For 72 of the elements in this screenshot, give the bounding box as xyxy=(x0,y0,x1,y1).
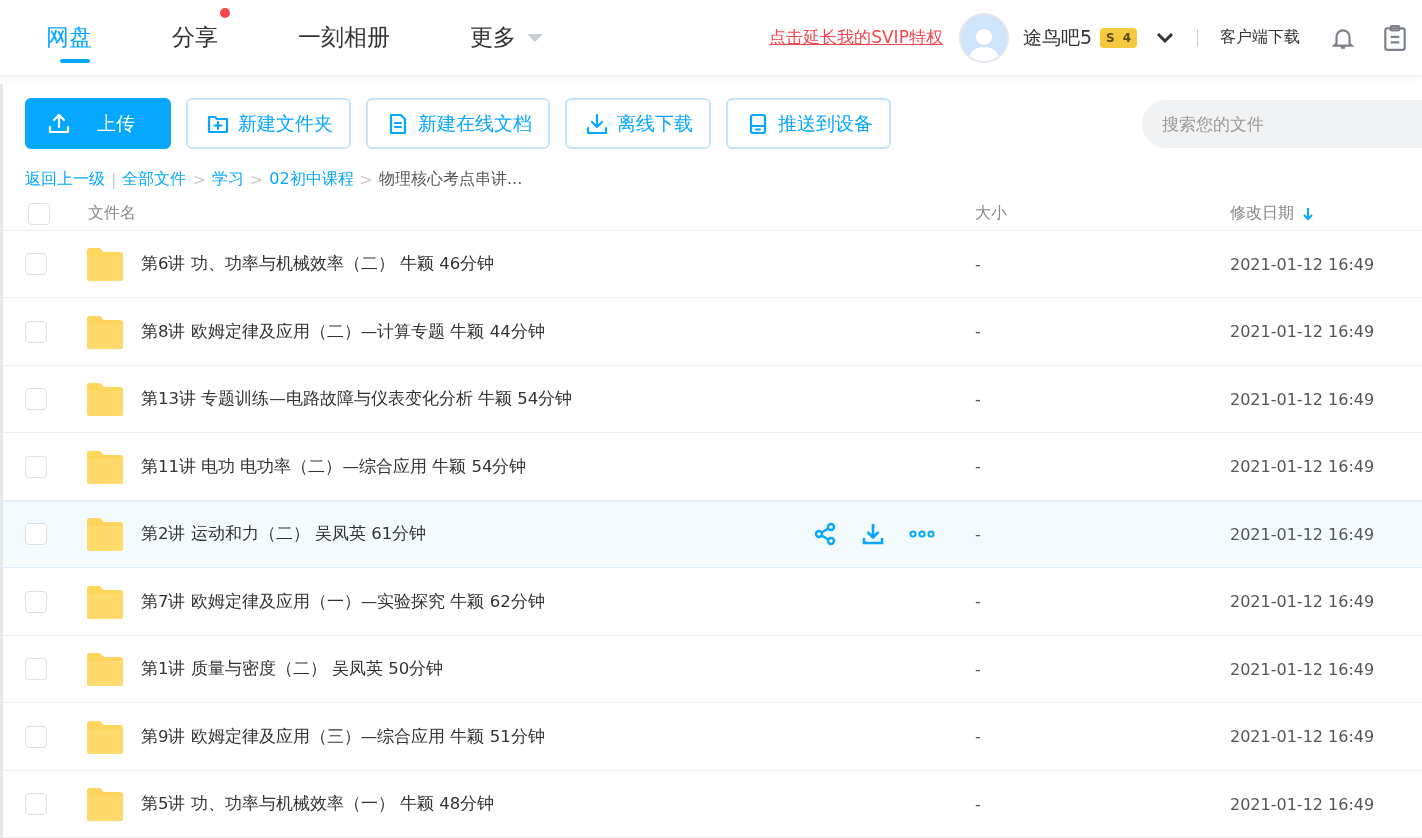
row-checkbox[interactable] xyxy=(25,253,47,276)
size-cell-text: - xyxy=(975,524,982,544)
folder-icon xyxy=(85,247,125,282)
username[interactable]: 途鸟吧5 xyxy=(1022,24,1092,51)
row-checkbox[interactable] xyxy=(25,523,47,546)
folder-icon xyxy=(85,314,125,349)
date-cell-text: 2021-01-12 16:49 xyxy=(1230,254,1376,274)
row-checkbox[interactable] xyxy=(25,590,47,613)
folder-name[interactable]: 第8讲 欧姆定律及应用（二）—计算专题 牛颖 44分钟 xyxy=(141,320,545,343)
date-cell-text: 2021-01-12 16:49 xyxy=(1230,592,1376,612)
column-header[interactable]: 大小 xyxy=(975,203,1230,225)
share-icon[interactable] xyxy=(813,522,837,547)
row-checkbox[interactable] xyxy=(25,793,47,816)
size-cell-text: - xyxy=(975,592,982,612)
column-header[interactable]: 修改日期 xyxy=(1230,203,1422,225)
size-cell-text: - xyxy=(975,254,982,274)
date-cell-text: 2021-01-12 16:49 xyxy=(1230,457,1376,477)
date-cell-text: 2021-01-12 16:49 xyxy=(1230,389,1376,409)
folder-name[interactable]: 第9讲 欧姆定律及应用（三）—综合应用 牛颖 51分钟 xyxy=(141,725,545,748)
row-checkbox[interactable] xyxy=(25,455,47,478)
size-cell-text: - xyxy=(975,794,982,814)
upload-icon xyxy=(47,111,71,136)
date-cell-text: 2021-01-12 16:49 xyxy=(1230,524,1376,544)
nav-tab[interactable]: 一刻相册 xyxy=(298,0,402,75)
folder-icon xyxy=(85,517,125,552)
folder-icon xyxy=(85,719,125,754)
size-cell-text: - xyxy=(975,389,982,409)
folder-icon xyxy=(85,449,125,484)
folder-name[interactable]: 第2讲 运动和力（二） 吴凤英 61分钟 xyxy=(141,523,427,546)
size-cell-text: - xyxy=(975,322,982,342)
folder-name[interactable]: 第7讲 欧姆定律及应用（一）—实验探究 牛颖 62分钟 xyxy=(141,590,545,613)
date-cell-text: 2021-01-12 16:49 xyxy=(1230,794,1376,814)
folder-icon xyxy=(85,652,125,687)
chevron-separator: > xyxy=(249,170,264,189)
nav-tab[interactable]: 分享 xyxy=(172,0,230,75)
nav-tab[interactable]: 更多 xyxy=(470,0,556,75)
row-checkbox[interactable] xyxy=(25,388,47,411)
row-checkbox[interactable] xyxy=(25,658,47,681)
size-cell-text: - xyxy=(975,457,982,477)
folder-name[interactable]: 第6讲 功、功率与机械效率（二） 牛颖 46分钟 xyxy=(141,253,495,276)
folder-name[interactable]: 第11讲 电功 电功率（二）—综合应用 牛颖 54分钟 xyxy=(141,455,527,478)
more-icon[interactable] xyxy=(909,530,935,539)
date-cell-text: 2021-01-12 16:49 xyxy=(1230,727,1376,747)
clipboard-icon[interactable] xyxy=(1382,23,1408,52)
size-cell-text: - xyxy=(975,727,982,747)
client-download-link[interactable]: 客户端下载 xyxy=(1220,27,1300,48)
folder-name[interactable]: 第1讲 质量与密度（二） 吴凤英 50分钟 xyxy=(141,658,444,681)
date-cell-text: 2021-01-12 16:49 xyxy=(1230,659,1376,679)
current-folder: 物理核心考点串讲... xyxy=(378,169,523,190)
folder-icon xyxy=(85,584,125,619)
row-checkbox[interactable] xyxy=(25,725,47,748)
select-all-checkbox[interactable] xyxy=(28,202,50,225)
chevron-separator: > xyxy=(359,170,373,189)
caret-icon xyxy=(526,32,544,43)
date-cell-text: 2021-01-12 16:49 xyxy=(1230,322,1376,342)
row-checkbox[interactable] xyxy=(25,320,47,343)
download-icon xyxy=(585,111,609,136)
folder-icon xyxy=(85,787,125,822)
folder-icon xyxy=(85,382,125,417)
notification-dot xyxy=(220,8,230,18)
sort-arrow-icon[interactable] xyxy=(1302,206,1314,221)
folder-name[interactable]: 第5讲 功、功率与机械效率（一） 牛颖 48分钟 xyxy=(141,793,495,816)
download-icon[interactable] xyxy=(861,522,885,547)
chevron-down-icon[interactable] xyxy=(1155,30,1175,45)
vip-badge: S 4 xyxy=(1100,27,1137,48)
svip-promo-link[interactable]: 点击延长我的SVIP特权 xyxy=(769,26,943,49)
chevron-separator: > xyxy=(192,170,206,189)
separator: | xyxy=(111,170,117,189)
size-cell-text: - xyxy=(975,659,982,679)
folder-name[interactable]: 第13讲 专题训练—电路故障与仪表变化分析 牛颖 54分钟 xyxy=(141,388,573,411)
search-field[interactable]: 搜索您的文件 xyxy=(1142,99,1422,148)
column-header[interactable]: 文件名 xyxy=(88,203,975,225)
